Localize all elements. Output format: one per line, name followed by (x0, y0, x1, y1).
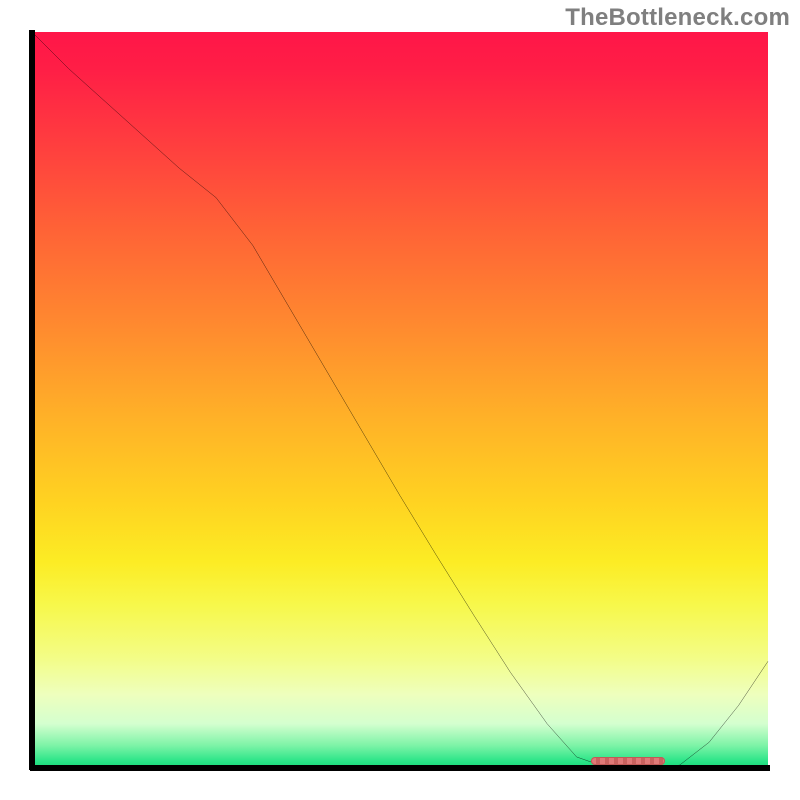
y-axis-line (29, 30, 35, 770)
x-axis-line (30, 765, 770, 771)
chart-stage: TheBottleneck.com (0, 0, 800, 800)
curve-path (32, 32, 768, 768)
optimal-range-marker (591, 757, 665, 765)
plot-area (32, 32, 768, 768)
watermark-text: TheBottleneck.com (565, 4, 790, 32)
curve-svg (32, 32, 768, 768)
